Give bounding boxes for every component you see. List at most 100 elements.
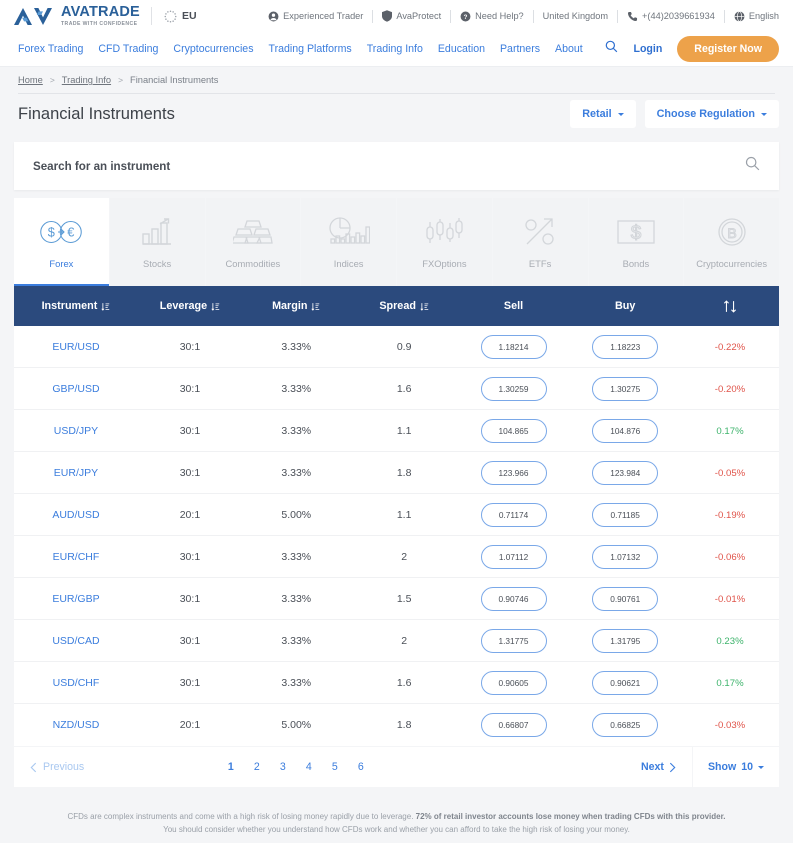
tab-stocks[interactable]: Stocks xyxy=(110,198,205,286)
svg-text:B: B xyxy=(727,225,736,241)
cell-leverage: 30:1 xyxy=(138,551,242,563)
choose-regulation-dropdown[interactable]: Choose Regulation xyxy=(645,100,779,128)
avatrade-logo[interactable]: AVATRADE TRADE WITH CONFIDENCE xyxy=(14,5,140,27)
breadcrumb-separator: > xyxy=(118,75,123,85)
tab-forex[interactable]: $ € Forex xyxy=(14,198,109,286)
instrument-link[interactable]: EUR/CHF xyxy=(53,551,100,563)
sell-price-button[interactable]: 0.90605 xyxy=(481,671,547,695)
table-row: NZD/USD20:15.00%1.80.668070.66825-0.03% xyxy=(14,704,779,746)
column-header-margin[interactable]: Margin xyxy=(242,300,351,312)
tab-commodities[interactable]: Commodities xyxy=(206,198,301,286)
buy-price-button[interactable]: 1.18223 xyxy=(592,335,658,359)
breadcrumb-item-home[interactable]: Home xyxy=(18,75,43,85)
chevron-right-icon xyxy=(669,762,676,773)
nav-link-cfd-trading[interactable]: CFD Trading xyxy=(98,43,158,55)
page-number-2[interactable]: 2 xyxy=(244,761,270,773)
top-item-country[interactable]: United Kingdom xyxy=(543,11,608,21)
instrument-link[interactable]: AUD/USD xyxy=(52,509,99,521)
change-percent: -0.06% xyxy=(715,552,745,563)
rows-per-page-dropdown[interactable]: Show 10 xyxy=(693,747,779,787)
buy-price-button[interactable]: 1.30275 xyxy=(592,377,658,401)
tab-cryptocurrencies[interactable]: B Cryptocurrencies xyxy=(684,198,779,286)
sell-price-button[interactable]: 1.30259 xyxy=(481,377,547,401)
top-separator xyxy=(724,10,725,23)
phone-icon xyxy=(627,11,638,22)
next-page-button[interactable]: Next xyxy=(641,761,676,773)
nav-link-cryptocurrencies[interactable]: Cryptocurrencies xyxy=(173,43,253,55)
search-icon[interactable] xyxy=(745,156,760,176)
buy-price-button[interactable]: 1.31795 xyxy=(592,629,658,653)
top-item-need-help[interactable]: ? Need Help? xyxy=(460,11,524,22)
tab-etfs[interactable]: ETFs xyxy=(493,198,588,286)
sell-price-button[interactable]: 0.66807 xyxy=(481,713,547,737)
column-label: Instrument xyxy=(42,300,98,312)
sell-price-button[interactable]: 1.31775 xyxy=(481,629,547,653)
search-input[interactable] xyxy=(33,160,745,173)
sell-price-button[interactable]: 104.865 xyxy=(481,419,547,443)
cell-instrument: USD/CAD xyxy=(14,635,138,647)
instrument-link[interactable]: USD/CHF xyxy=(53,677,100,689)
top-item-avaprotect[interactable]: AvaProtect xyxy=(382,10,441,22)
nav-link-forex-trading[interactable]: Forex Trading xyxy=(18,43,83,55)
eu-region-badge[interactable]: EU xyxy=(163,9,197,24)
cell-sell: 1.31775 xyxy=(458,629,570,653)
page-number-6[interactable]: 6 xyxy=(348,761,374,773)
login-link[interactable]: Login xyxy=(633,43,662,55)
buy-price-button[interactable]: 0.90621 xyxy=(592,671,658,695)
instrument-link[interactable]: NZD/USD xyxy=(53,719,100,731)
buy-price-button[interactable]: 0.66825 xyxy=(592,713,658,737)
buy-price-button[interactable]: 123.984 xyxy=(592,461,658,485)
instrument-link[interactable]: EUR/JPY xyxy=(54,467,98,479)
top-item-label: English xyxy=(749,11,779,21)
instrument-link[interactable]: USD/CAD xyxy=(52,635,99,647)
sell-price-button[interactable]: 1.07112 xyxy=(481,545,547,569)
register-now-button[interactable]: Register Now xyxy=(677,36,779,62)
column-header-leverage[interactable]: Leverage xyxy=(138,300,242,312)
previous-label: Previous xyxy=(43,761,84,773)
sell-price-button[interactable]: 1.18214 xyxy=(481,335,547,359)
sell-price-button[interactable]: 123.966 xyxy=(481,461,547,485)
nav-link-trading-info[interactable]: Trading Info xyxy=(367,43,423,55)
nav-link-education[interactable]: Education xyxy=(438,43,485,55)
question-circle-icon: ? xyxy=(460,11,471,22)
tab-label: Commodities xyxy=(226,258,281,269)
change-percent: 0.17% xyxy=(716,426,743,437)
search-icon[interactable] xyxy=(605,40,618,58)
page-number-1[interactable]: 1 xyxy=(218,761,244,773)
account-type-dropdown[interactable]: Retail xyxy=(570,100,635,128)
tab-indices[interactable]: Indices xyxy=(301,198,396,286)
sell-price-button[interactable]: 0.90746 xyxy=(481,587,547,611)
instrument-link[interactable]: USD/JPY xyxy=(54,425,98,437)
buy-price-button[interactable]: 0.71185 xyxy=(592,503,658,527)
column-header-spread[interactable]: Spread xyxy=(351,300,458,312)
page-number-5[interactable]: 5 xyxy=(322,761,348,773)
top-item-language[interactable]: English xyxy=(734,11,779,22)
cell-sell: 1.30259 xyxy=(458,377,570,401)
cell-sell: 104.865 xyxy=(458,419,570,443)
tab-label: Indices xyxy=(334,258,364,269)
nav-link-about[interactable]: About xyxy=(555,43,583,55)
breadcrumb-item-trading-info[interactable]: Trading Info xyxy=(62,75,111,85)
change-percent: 0.17% xyxy=(716,678,743,689)
buy-price-button[interactable]: 104.876 xyxy=(592,419,658,443)
candlesticks-icon xyxy=(424,215,464,249)
top-item-phone[interactable]: +(44)2039661934 xyxy=(627,11,715,22)
column-header-change[interactable] xyxy=(681,300,779,313)
top-item-experienced-trader[interactable]: Experienced Trader xyxy=(268,11,363,22)
previous-page-button[interactable]: Previous xyxy=(30,761,84,773)
tab-bonds[interactable]: $ Bonds xyxy=(589,198,684,286)
instrument-link[interactable]: EUR/GBP xyxy=(52,593,99,605)
user-icon xyxy=(268,11,279,22)
tab-fxoptions[interactable]: FXOptions xyxy=(397,198,492,286)
column-header-instrument[interactable]: Instrument xyxy=(14,300,138,312)
sell-price-button[interactable]: 0.71174 xyxy=(481,503,547,527)
instrument-link[interactable]: EUR/USD xyxy=(52,341,99,353)
cell-margin: 3.33% xyxy=(242,341,351,353)
nav-link-partners[interactable]: Partners xyxy=(500,43,540,55)
nav-link-trading-platforms[interactable]: Trading Platforms xyxy=(269,43,352,55)
instrument-link[interactable]: GBP/USD xyxy=(52,383,99,395)
buy-price-button[interactable]: 1.07132 xyxy=(592,545,658,569)
page-number-4[interactable]: 4 xyxy=(296,761,322,773)
page-number-3[interactable]: 3 xyxy=(270,761,296,773)
buy-price-button[interactable]: 0.90761 xyxy=(592,587,658,611)
